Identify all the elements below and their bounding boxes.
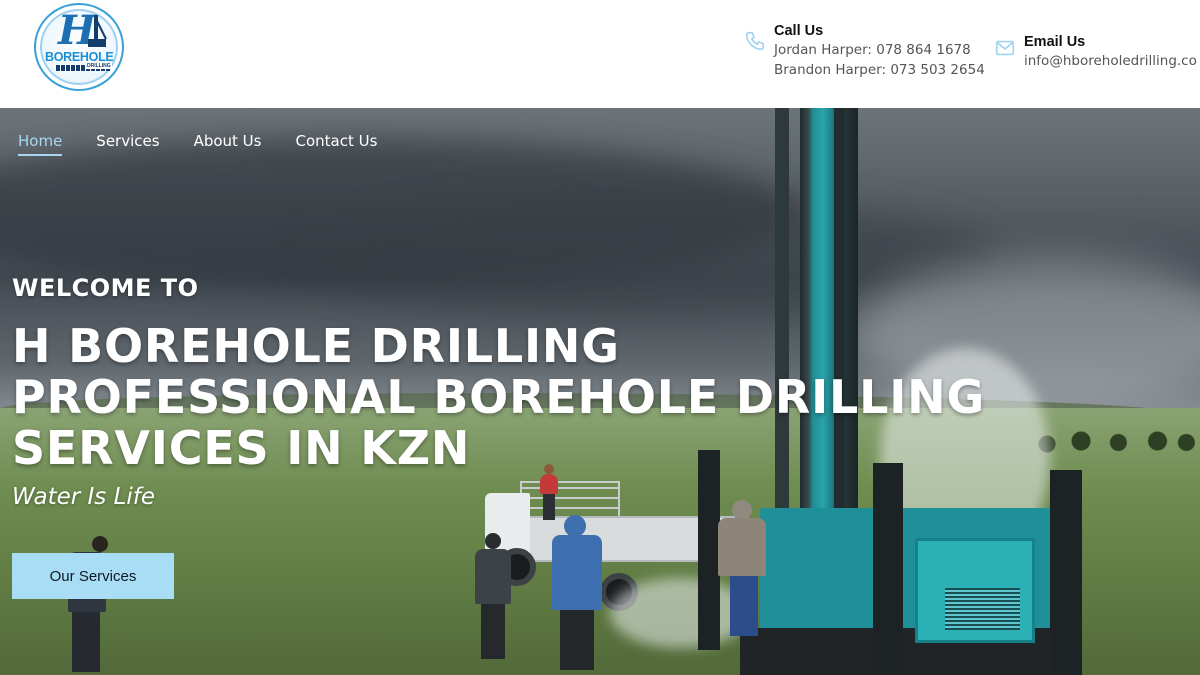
- email-us-title: Email Us: [1024, 34, 1086, 50]
- site-logo[interactable]: H BOREHOLE DRILLING: [34, 3, 124, 91]
- call-us-block: Call Us Jordan Harper: 078 864 1678 Bran…: [744, 22, 985, 80]
- email-us-block: Email Us info@hboreholedrilling.co: [994, 33, 1197, 71]
- logo-text: BOREHOLE: [45, 50, 114, 64]
- our-services-button[interactable]: Our Services: [12, 553, 174, 599]
- rig-grill: [945, 588, 1020, 630]
- truck-rail: [520, 481, 620, 519]
- call-us-title: Call Us: [774, 23, 824, 39]
- hero-banner: Home Services About Us Contact Us WELCOM…: [0, 108, 1200, 675]
- hero-headline: H BOREHOLE DRILLING PROFESSIONAL BOREHOL…: [12, 321, 1112, 474]
- rig-jack-post: [698, 450, 720, 650]
- nav-home[interactable]: Home: [18, 132, 63, 156]
- phone-brandon[interactable]: Brandon Harper: 073 503 2654: [774, 60, 985, 80]
- headline-line-1: H BOREHOLE DRILLING: [12, 319, 620, 373]
- drilling-rig-icon: [88, 15, 107, 47]
- logo-subtext: DRILLING: [86, 63, 112, 69]
- envelope-icon: [995, 40, 1015, 56]
- headline-line-3: SERVICES IN KZN: [12, 421, 471, 475]
- hero-tagline: Water Is Life: [12, 484, 156, 510]
- phone-icon: [745, 31, 765, 51]
- hero-welcome: WELCOME TO: [12, 274, 199, 302]
- email-address-link[interactable]: info@hboreholedrilling.co: [1024, 51, 1197, 71]
- nav-contact-us[interactable]: Contact Us: [295, 132, 377, 156]
- site-header: H BOREHOLE DRILLING Call Us Jordan Harpe…: [0, 0, 1200, 108]
- rig-jack-post: [873, 463, 903, 675]
- main-nav: Home Services About Us Contact Us: [18, 132, 411, 156]
- nav-services[interactable]: Services: [96, 132, 159, 156]
- nav-about-us[interactable]: About Us: [194, 132, 262, 156]
- rig-jack-post: [1050, 470, 1082, 675]
- phone-jordan[interactable]: Jordan Harper: 078 864 1678: [774, 40, 985, 60]
- headline-line-2: PROFESSIONAL BOREHOLE DRILLING: [12, 370, 985, 424]
- steam-cloud: [610, 578, 750, 648]
